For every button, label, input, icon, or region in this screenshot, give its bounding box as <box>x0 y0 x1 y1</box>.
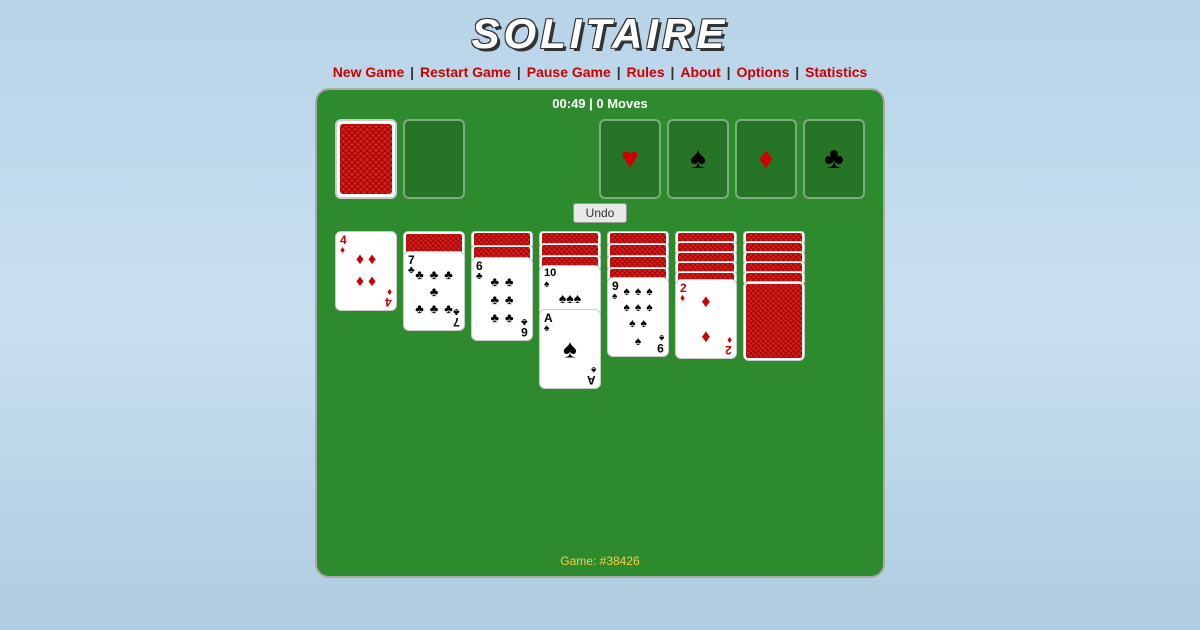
stock-pile[interactable] <box>335 119 397 199</box>
tableau-col-7 <box>743 231 805 361</box>
card-ace-spades[interactable]: A ♠ ♠ A ♠ <box>539 309 601 389</box>
card-2-diamonds[interactable]: 2 ♦ ♦ ♦ 2 ♦ <box>675 279 737 359</box>
nav-rules[interactable]: Rules <box>627 64 665 80</box>
tableau-col-2: 7 ♣ ♣ ♣ ♣ ♣ ♣ ♣ ♣ <box>403 231 465 331</box>
navigation: New Game | Restart Game | Pause Game | R… <box>333 64 868 80</box>
nav-options[interactable]: Options <box>736 64 789 80</box>
card-4-diamonds[interactable]: 4 ♦ ♦ ♦ ♦ ♦ 4 ♦ <box>335 231 397 311</box>
foundation-clubs[interactable]: ♣ <box>803 119 865 199</box>
waste-pile[interactable] <box>403 119 465 199</box>
timer-bar: 00:49 | 0 Moves <box>552 96 647 111</box>
tableau-col-5: 9 ♠ ♠♠♠ ♠♠♠ ♠♠ ♠ 9 ♠ <box>607 231 669 357</box>
foundation-spades[interactable]: ♠ <box>667 119 729 199</box>
tableau-col-3: 6 ♣ ♣ ♣ ♣ ♣ ♣ ♣ 6 ♣ <box>471 231 533 341</box>
card-7-clubs[interactable]: 7 ♣ ♣ ♣ ♣ ♣ ♣ ♣ ♣ <box>403 251 465 331</box>
nav-restart-game[interactable]: Restart Game <box>420 64 511 80</box>
tableau: 4 ♦ ♦ ♦ ♦ ♦ 4 ♦ <box>317 231 883 389</box>
nav-new-game[interactable]: New Game <box>333 64 405 80</box>
game-title: SOLITAIRE <box>472 10 729 58</box>
foundation-diamonds[interactable]: ♦ <box>735 119 797 199</box>
card-9-spades[interactable]: 9 ♠ ♠♠♠ ♠♠♠ ♠♠ ♠ 9 ♠ <box>607 277 669 357</box>
undo-button[interactable]: Undo <box>573 203 628 223</box>
nav-statistics[interactable]: Statistics <box>805 64 867 80</box>
tableau-col-6: 2 ♦ ♦ ♦ 2 ♦ <box>675 231 737 359</box>
game-number: Game: #38426 <box>560 554 639 568</box>
top-row: ♥ ♠ ♦ ♣ <box>317 119 883 199</box>
card-6-clubs[interactable]: 6 ♣ ♣ ♣ ♣ ♣ ♣ ♣ 6 ♣ <box>471 257 533 341</box>
nav-pause-game[interactable]: Pause Game <box>527 64 611 80</box>
game-area: 00:49 | 0 Moves ♥ ♠ ♦ ♣ Undo 4 ♦ ♦ ♦ <box>315 88 885 578</box>
foundation-hearts[interactable]: ♥ <box>599 119 661 199</box>
nav-about[interactable]: About <box>680 64 720 80</box>
tableau-col-4: 10 ♠ ♠♠♠ A ♠ ♠ A ♠ <box>539 231 601 389</box>
tableau-col-1: 4 ♦ ♦ ♦ ♦ ♦ 4 ♦ <box>335 231 397 311</box>
